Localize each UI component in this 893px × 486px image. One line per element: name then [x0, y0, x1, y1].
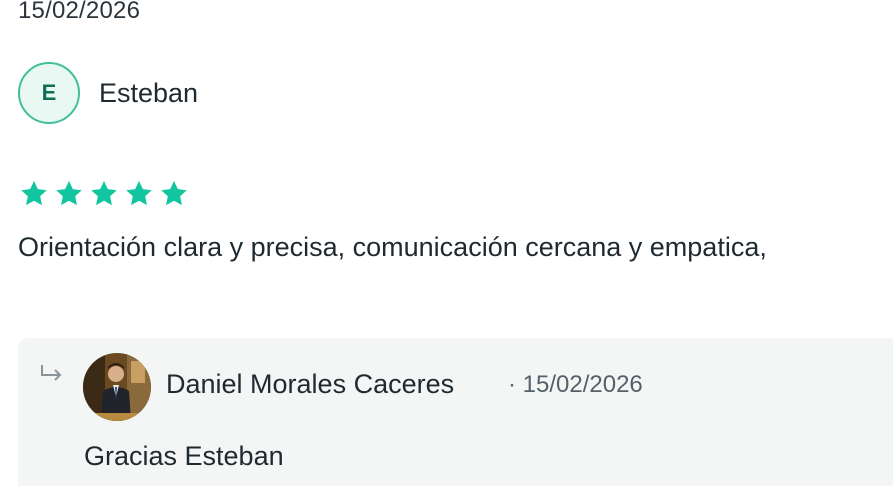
- reply-box: Daniel Morales Caceres · 15/02/2026 Grac…: [18, 338, 893, 486]
- star-icon: [55, 180, 83, 207]
- avatar: [83, 353, 151, 421]
- reply-date: · 15/02/2026: [508, 371, 643, 398]
- reply-text: Gracias Esteban: [84, 441, 284, 471]
- review-text: Orientación clara y precisa, comunicació…: [18, 232, 767, 262]
- star-icon: [125, 180, 153, 207]
- review-date: 15/02/2026: [18, 0, 141, 24]
- reply-author-name: Daniel Morales Caceres: [166, 369, 455, 399]
- reply-arrow-icon: [39, 363, 65, 388]
- author-name: Esteban: [99, 77, 199, 108]
- star-icon: [160, 180, 188, 207]
- star-rating: [20, 180, 188, 207]
- star-icon: [20, 180, 48, 207]
- star-icon: [90, 180, 118, 207]
- review-card: 15/02/2026 E Esteban Orientación clara y…: [0, 0, 893, 486]
- avatar: E: [18, 62, 80, 124]
- review-author: E Esteban: [18, 62, 198, 124]
